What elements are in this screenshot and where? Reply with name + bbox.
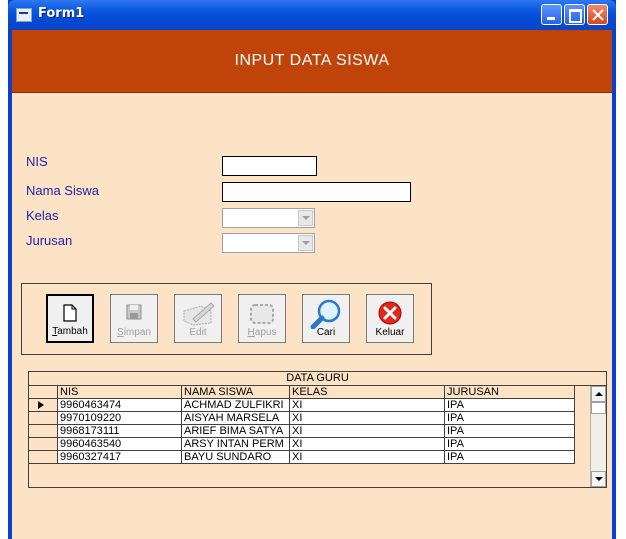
table-cell[interactable]: IPA [445,412,575,425]
nama-siswa-label: Nama Siswa [26,183,99,198]
magnifier-icon [310,299,341,329]
vertical-scrollbar[interactable] [590,386,606,487]
keluar-button[interactable]: Keluar [366,294,414,343]
row-selector[interactable] [29,451,58,464]
edit-label: Edit [189,327,207,338]
tambah-button[interactable]: Tambah [46,294,94,343]
simpan-label: Simpan [117,327,151,338]
nama-siswa-input[interactable] [222,182,411,202]
cari-button[interactable]: Cari [302,294,350,343]
window-title: Form1 [38,6,85,21]
nis-input[interactable] [222,156,317,176]
table-cell[interactable]: 9968173111 [58,425,182,438]
jurusan-label: Jurusan [26,233,73,248]
kelas-label: Kelas [26,208,59,223]
page-title: INPUT DATA SISWA [234,52,390,69]
edit-button[interactable]: Edit [174,294,222,343]
table-cell[interactable]: IPA [445,451,575,464]
hapus-label: Hapus [247,327,277,338]
column-header[interactable]: NAMA SISWA [182,386,290,399]
kelas-combo[interactable] [222,208,315,228]
nis-label: NIS [26,154,48,169]
column-header[interactable]: JURUSAN [445,386,575,399]
grid-caption: DATA GURU [29,372,606,386]
table-cell[interactable]: 9960327417 [58,451,182,464]
table-cell[interactable]: ACHMAD ZULFIKRI [182,399,290,412]
action-toolbar: Tambah Simpan Edit Hapus Cari Keluar [21,283,432,355]
minimize-button[interactable] [541,4,562,25]
delete-frame-icon [250,304,274,324]
table-cell[interactable]: XI [290,399,445,412]
table-cell[interactable]: BAYU SUNDARO [182,451,290,464]
table-cell[interactable]: ARIEF BIMA SATYA [182,425,290,438]
form-icon[interactable] [16,8,32,22]
pencil-icon [183,302,215,326]
scroll-down-icon[interactable] [591,471,606,487]
table-cell[interactable]: 9970109220 [58,412,182,425]
red-x-icon [378,301,402,325]
row-selector[interactable] [29,425,58,438]
cari-label: Cari [316,327,336,338]
table-cell[interactable]: IPA [445,425,575,438]
floppy-disk-icon [126,304,142,320]
table-cell[interactable]: XI [290,425,445,438]
table-cell[interactable]: XI [290,451,445,464]
hapus-button[interactable]: Hapus [238,294,286,343]
data-grid[interactable]: DATA GURU NIS NAMA SISWA KELAS JURUSAN 9… [28,371,607,488]
table-cell[interactable]: XI [290,438,445,451]
close-button[interactable] [587,4,608,25]
simpan-button[interactable]: Simpan [110,294,158,343]
table-cell[interactable]: 9960463474 [58,399,182,412]
chevron-down-icon[interactable] [298,210,313,226]
app-window: Form1 INPUT DATA SISWA NIS Nama Siswa Ke… [8,0,616,539]
keluar-label: Keluar [375,327,405,338]
row-selector-header [29,386,58,399]
current-row-indicator[interactable] [29,399,58,412]
new-document-icon [63,304,77,322]
scroll-up-icon[interactable] [591,386,606,402]
form-client-area: INPUT DATA SISWA NIS Nama Siswa Kelas Ju… [12,30,612,539]
column-header[interactable]: KELAS [290,386,445,399]
row-selector[interactable] [29,438,58,451]
tambah-label: Tambah [52,326,88,337]
table-cell[interactable]: 9960463540 [58,438,182,451]
table-cell[interactable]: XI [290,412,445,425]
jurusan-combo[interactable] [222,233,315,253]
scroll-thumb[interactable] [591,402,606,414]
chevron-down-icon[interactable] [298,235,313,251]
table-cell[interactable]: AISYAH MARSELA [182,412,290,425]
table-cell[interactable]: IPA [445,438,575,451]
table-cell[interactable]: IPA [445,399,575,412]
table-cell[interactable]: ARSY INTAN PERM [182,438,290,451]
row-selector[interactable] [29,412,58,425]
column-header[interactable]: NIS [58,386,182,399]
title-bar[interactable]: Form1 [8,0,616,30]
maximize-button[interactable] [564,4,585,25]
header-banner: INPUT DATA SISWA [12,30,612,93]
